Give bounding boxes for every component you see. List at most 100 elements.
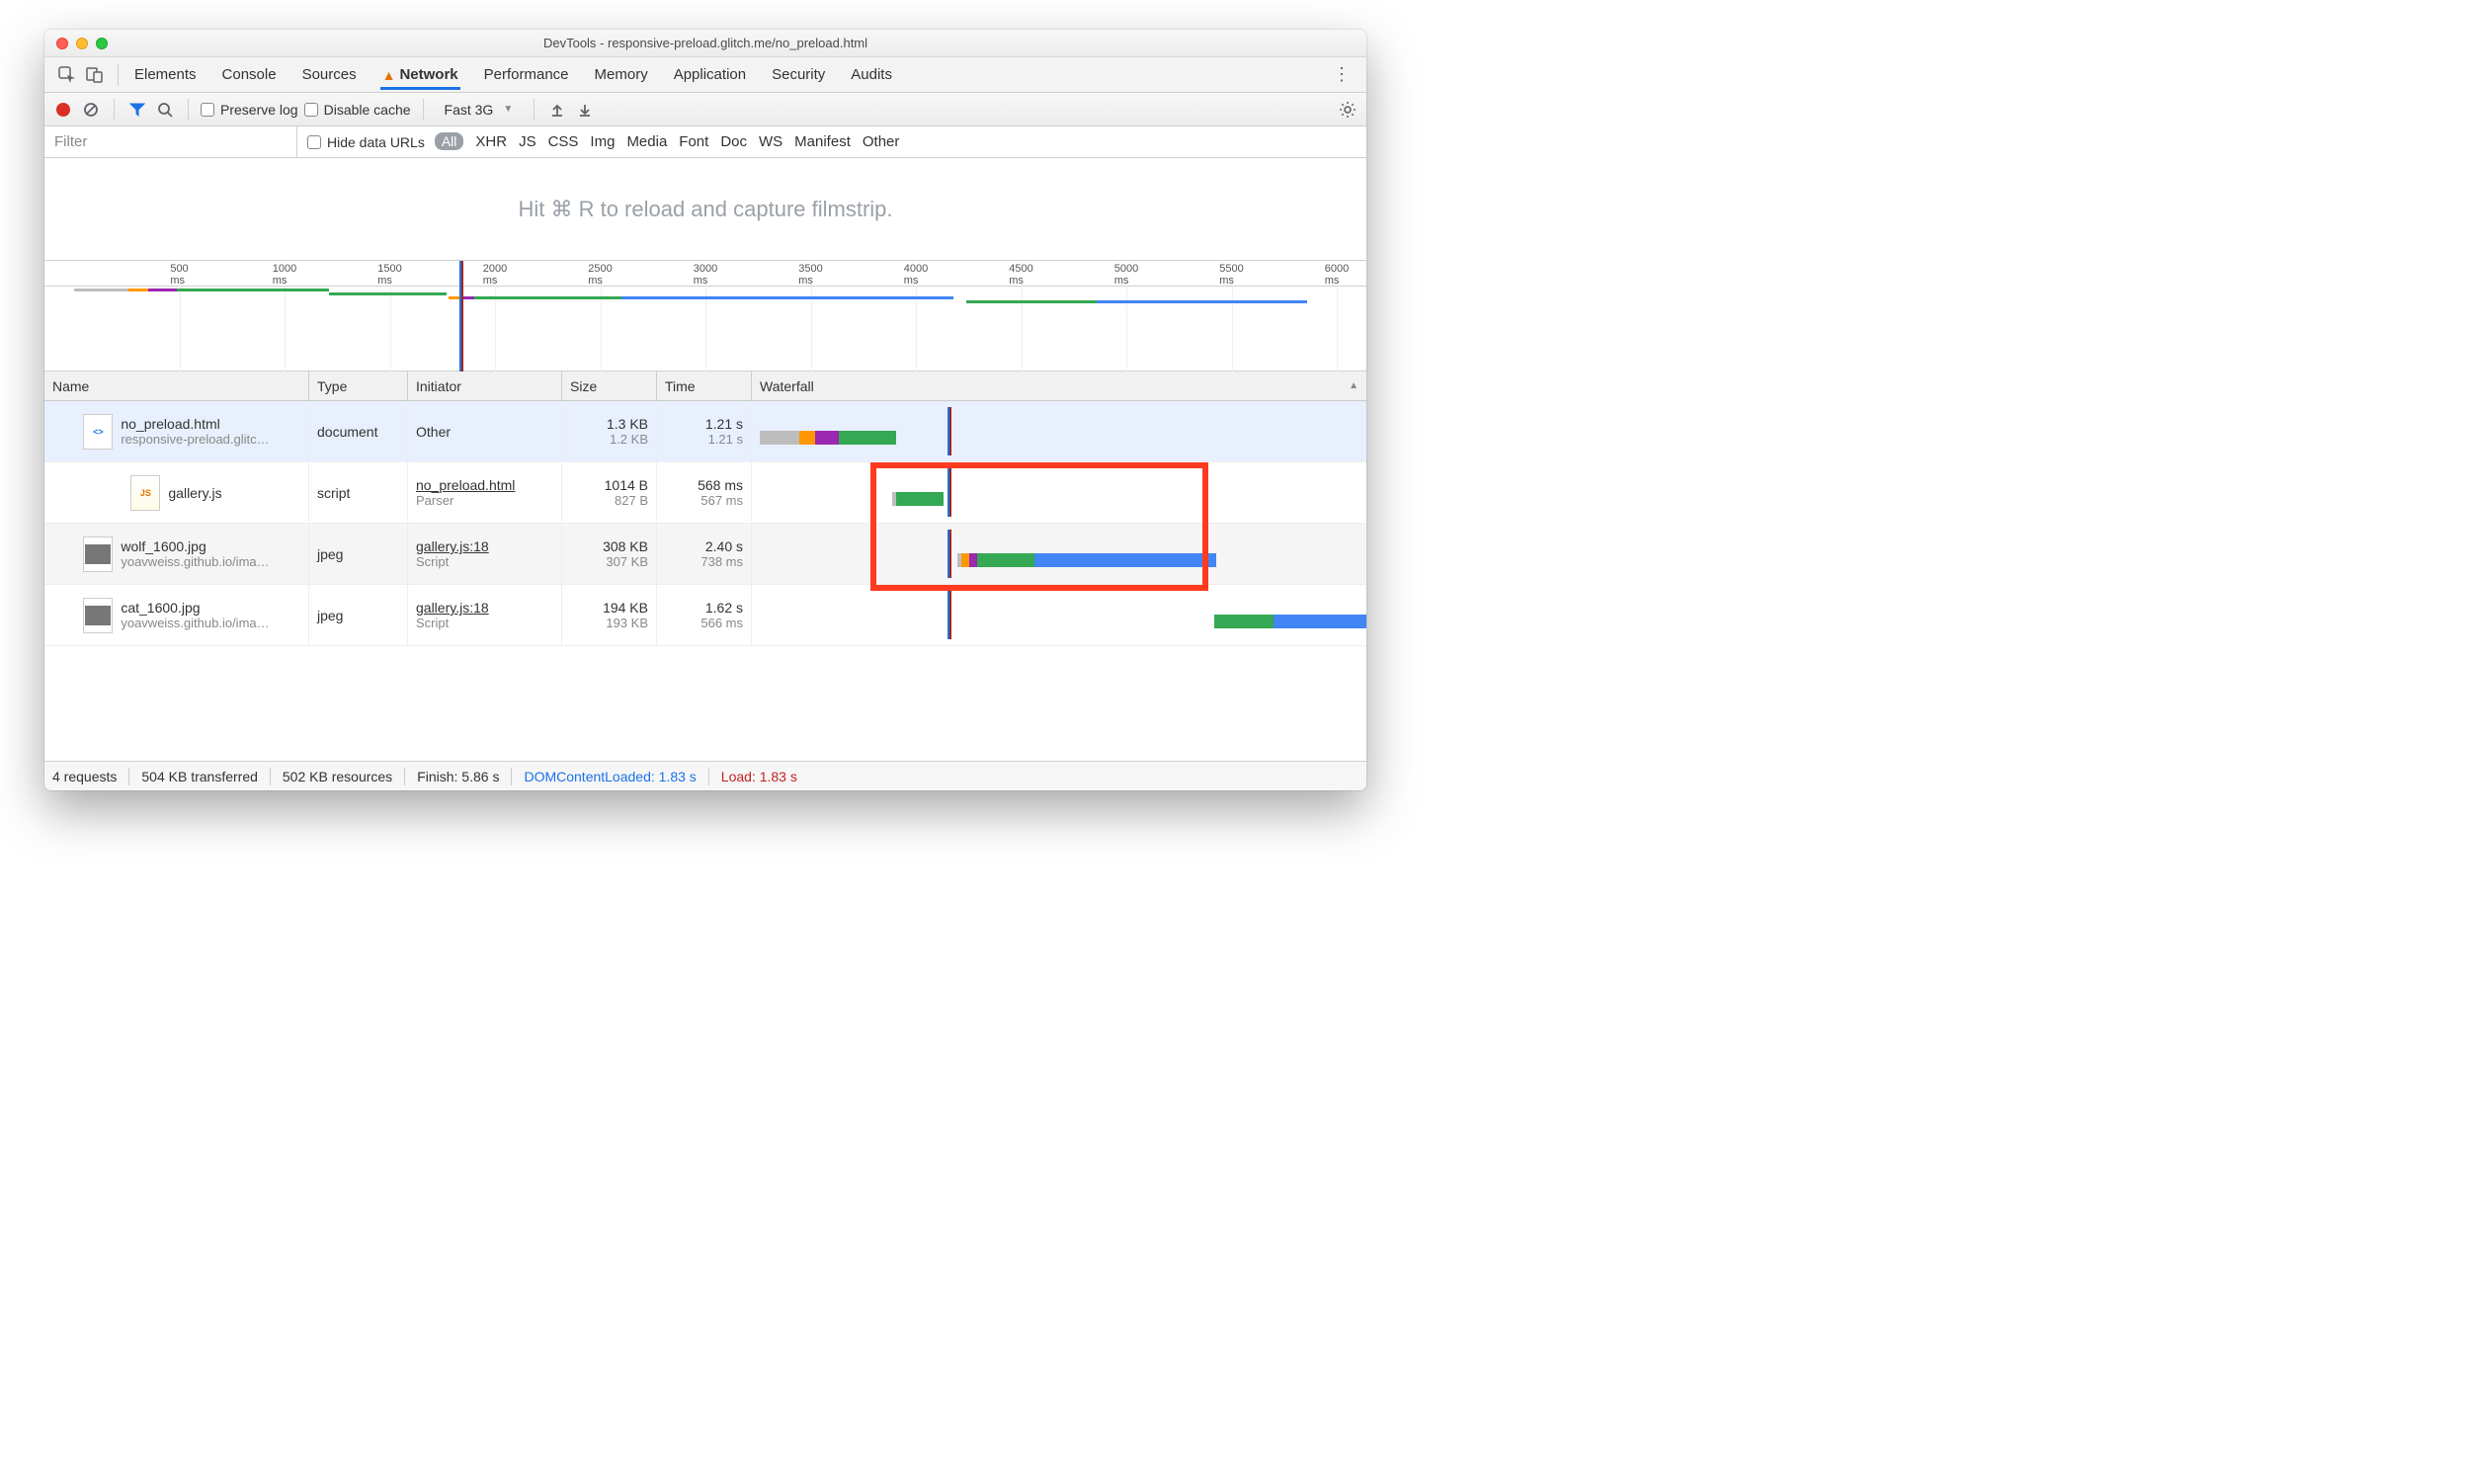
col-time[interactable]: Time <box>657 371 752 400</box>
cell-time: 2.40 s738 ms <box>657 524 752 584</box>
initiator-link[interactable]: gallery.js:18 <box>416 600 553 616</box>
load-marker <box>949 407 951 455</box>
settings-icon[interactable] <box>1337 99 1358 121</box>
filter-type-font[interactable]: Font <box>679 133 708 150</box>
initiator-type: Script <box>416 616 553 630</box>
search-icon[interactable] <box>154 99 176 121</box>
tab-audits[interactable]: Audits <box>849 59 894 90</box>
overview-segment <box>966 300 1097 303</box>
cell-size: 1014 B827 B <box>562 462 657 523</box>
cell-time: 568 ms567 ms <box>657 462 752 523</box>
waterfall-segment <box>1274 615 1366 628</box>
filmstrip-hint-text: Hit ⌘ R to reload and capture filmstrip. <box>518 197 892 222</box>
overview-segment <box>1097 300 1307 303</box>
cell-time: 1.21 s1.21 s <box>657 401 752 461</box>
waterfall-segment <box>961 553 969 567</box>
tab-security[interactable]: Security <box>770 59 827 90</box>
cell-waterfall <box>752 401 1366 461</box>
cell-size: 1.3 KB1.2 KB <box>562 401 657 461</box>
window-controls <box>56 38 108 49</box>
more-options-icon[interactable]: ⋮ <box>1323 64 1360 85</box>
cell-name: cat_1600.jpgyoavweiss.github.io/ima… <box>44 585 309 645</box>
timeline-overview[interactable]: 500 ms1000 ms1500 ms2000 ms2500 ms3000 m… <box>44 261 1366 371</box>
col-size[interactable]: Size <box>562 371 657 400</box>
filter-input[interactable] <box>44 126 297 157</box>
cell-initiator: gallery.js:18Script <box>408 585 562 645</box>
tab-sources[interactable]: Sources <box>300 59 359 90</box>
filter-type-doc[interactable]: Doc <box>720 133 747 150</box>
record-button[interactable] <box>52 99 74 121</box>
initiator-link[interactable]: gallery.js:18 <box>416 538 553 554</box>
waterfall-segment <box>839 431 896 445</box>
load-marker <box>461 261 463 371</box>
status-dcl: DOMContentLoaded: 1.83 s <box>524 769 696 784</box>
request-domain: yoavweiss.github.io/ima… <box>121 616 269 630</box>
initiator-type: Script <box>416 554 553 569</box>
zoom-window-button[interactable] <box>96 38 108 49</box>
preserve-log-checkbox[interactable]: Preserve log <box>201 102 298 118</box>
waterfall-segment <box>977 553 1034 567</box>
tab-console[interactable]: Console <box>220 59 279 90</box>
tab-network[interactable]: ▲Network <box>380 59 460 90</box>
import-har-icon[interactable] <box>546 99 568 121</box>
cell-size: 194 KB193 KB <box>562 585 657 645</box>
filter-type-manifest[interactable]: Manifest <box>794 133 851 150</box>
panel-tabs: Elements Console Sources ▲Network Performanc… <box>44 57 1366 93</box>
tab-memory[interactable]: Memory <box>593 59 650 90</box>
request-name: cat_1600.jpg <box>121 600 269 616</box>
disable-cache-label: Disable cache <box>324 102 411 118</box>
tab-performance[interactable]: Performance <box>482 59 571 90</box>
overview-segment <box>621 296 954 299</box>
waterfall-segment <box>815 431 839 445</box>
cell-waterfall <box>752 524 1366 584</box>
filter-type-css[interactable]: CSS <box>548 133 579 150</box>
tab-application[interactable]: Application <box>672 59 748 90</box>
table-row[interactable]: wolf_1600.jpgyoavweiss.github.io/ima…jpe… <box>44 524 1366 585</box>
table-row[interactable]: JSgallery.jsscriptno_preload.htmlParser1… <box>44 462 1366 524</box>
hide-data-urls-checkbox[interactable]: Hide data URLs <box>307 134 425 150</box>
waterfall-segment <box>1214 615 1274 628</box>
inspect-element-icon[interactable] <box>56 64 78 86</box>
request-name: gallery.js <box>168 485 221 501</box>
img-file-icon <box>83 536 113 572</box>
device-toolbar-icon[interactable] <box>84 64 106 86</box>
filter-type-media[interactable]: Media <box>626 133 667 150</box>
col-name[interactable]: Name <box>44 371 309 400</box>
col-waterfall[interactable]: Waterfall▲ <box>752 371 1366 400</box>
initiator-link[interactable]: no_preload.html <box>416 477 553 493</box>
waterfall-bar <box>1214 615 1366 628</box>
overview-segment <box>148 289 178 291</box>
overview-segment <box>474 296 621 299</box>
col-initiator[interactable]: Initiator <box>408 371 562 400</box>
titlebar: DevTools - responsive-preload.glitch.me/… <box>44 30 1366 57</box>
filter-type-xhr[interactable]: XHR <box>475 133 507 150</box>
sort-indicator-icon: ▲ <box>1349 380 1358 391</box>
export-har-icon[interactable] <box>574 99 596 121</box>
throttling-select[interactable]: Fast 3G ▼ <box>436 99 523 121</box>
filter-type-other[interactable]: Other <box>863 133 900 150</box>
table-row[interactable]: cat_1600.jpgyoavweiss.github.io/ima…jpeg… <box>44 585 1366 646</box>
close-window-button[interactable] <box>56 38 68 49</box>
img-file-icon <box>83 598 113 633</box>
filter-type-ws[interactable]: WS <box>759 133 782 150</box>
status-transferred: 504 KB transferred <box>141 769 258 784</box>
table-row[interactable]: <>no_preload.htmlresponsive-preload.glit… <box>44 401 1366 462</box>
filter-type-js[interactable]: JS <box>519 133 536 150</box>
filter-type-img[interactable]: Img <box>590 133 615 150</box>
col-type[interactable]: Type <box>309 371 408 400</box>
disable-cache-checkbox[interactable]: Disable cache <box>304 102 411 118</box>
status-resources: 502 KB resources <box>283 769 392 784</box>
tab-elements[interactable]: Elements <box>132 59 199 90</box>
filter-icon[interactable] <box>126 99 148 121</box>
clear-button[interactable] <box>80 99 102 121</box>
filter-bar: Hide data URLs All XHR JS CSS Img Media Font Do… <box>44 126 1366 158</box>
cell-size: 308 KB307 KB <box>562 524 657 584</box>
status-finish: Finish: 5.86 s <box>417 769 499 784</box>
request-domain: responsive-preload.glitc… <box>121 432 269 447</box>
cell-name: <>no_preload.htmlresponsive-preload.glit… <box>44 401 309 461</box>
filter-type-all[interactable]: All <box>435 132 464 150</box>
html-file-icon: <> <box>83 414 113 450</box>
minimize-window-button[interactable] <box>76 38 88 49</box>
status-bar: 4 requests 504 KB transferred 502 KB res… <box>44 761 1366 790</box>
load-marker <box>949 530 951 578</box>
